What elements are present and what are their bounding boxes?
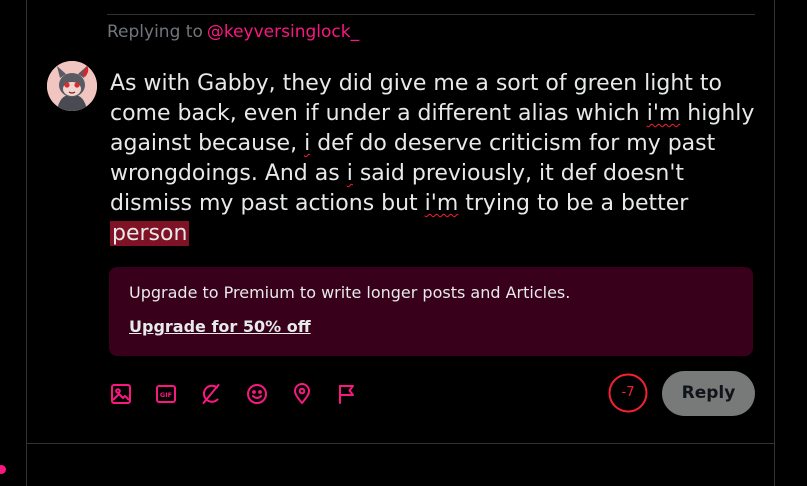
misspelled-word: i'm — [646, 101, 681, 126]
replying-to-line: Replying to @keyversinglock_ — [107, 22, 359, 42]
left-border — [26, 0, 27, 486]
replying-to-handle[interactable]: @keyversinglock_ — [207, 22, 359, 42]
character-counter-value: -7 — [621, 385, 635, 400]
grok-icon[interactable] — [199, 382, 223, 406]
post-text[interactable]: As with Gabby, they did give me a sort o… — [110, 69, 760, 249]
right-border — [774, 0, 775, 486]
edge-indicator-dot — [0, 465, 6, 474]
misspelled-word: i'm — [424, 191, 459, 216]
gif-icon[interactable]: GIF — [154, 382, 178, 406]
media-icon[interactable] — [109, 382, 133, 406]
flag-icon[interactable] — [335, 382, 359, 406]
svg-text:GIF: GIF — [160, 391, 172, 399]
reply-composer: Replying to @keyversinglock_ As with Gabb… — [0, 0, 807, 486]
over-limit-text: person — [110, 221, 190, 246]
bottom-divider — [27, 443, 774, 444]
avatar-image — [47, 61, 97, 111]
premium-upsell-card: Upgrade to Premium to write longer posts… — [109, 267, 753, 356]
location-icon[interactable] — [290, 382, 314, 406]
reply-button[interactable]: Reply — [662, 371, 755, 416]
replying-to-label: Replying to — [107, 22, 203, 42]
post-text-part: trying to be a better — [458, 191, 689, 216]
character-counter: -7 — [608, 373, 648, 413]
top-divider — [107, 14, 755, 15]
emoji-icon[interactable] — [245, 382, 269, 406]
post-text-part: As with Gabby, they did give me a sort o… — [110, 71, 723, 126]
avatar[interactable] — [47, 61, 97, 111]
premium-upsell-message: Upgrade to Premium to write longer posts… — [129, 283, 571, 302]
upgrade-link[interactable]: Upgrade for 50% off — [129, 317, 311, 336]
